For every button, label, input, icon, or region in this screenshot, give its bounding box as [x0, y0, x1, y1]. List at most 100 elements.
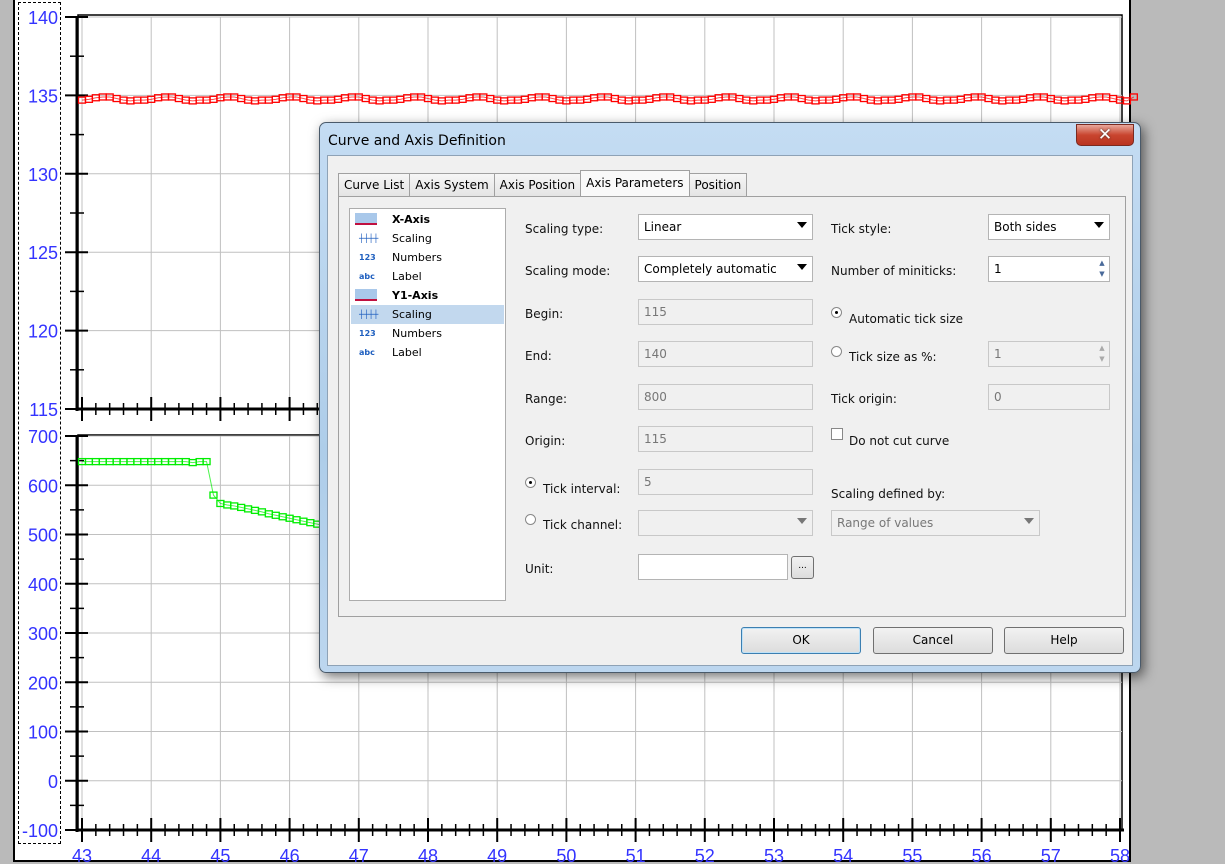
tick-style-label: Tick style: [831, 222, 892, 236]
tree-item[interactable]: 123 Numbers [351, 248, 504, 267]
x-tick-label: 50 [556, 846, 576, 864]
tree-item[interactable]: Y1-Axis [351, 286, 504, 305]
unit-label: Unit: [525, 562, 554, 576]
automatic-tick-size-radio[interactable] [831, 307, 842, 318]
end-field[interactable]: 140 [638, 341, 813, 367]
tab-bar: Curve List Axis System Axis Position Axi… [338, 170, 748, 196]
x-tick-label: 48 [418, 846, 438, 864]
numbers-icon: 123 [359, 329, 376, 338]
y-tick-label: 500 [28, 526, 58, 546]
begin-label: Begin: [525, 307, 564, 321]
x-tick-label: 44 [141, 846, 161, 864]
x-tick-label: 45 [210, 846, 230, 864]
x-tick-label: 56 [972, 846, 992, 864]
tick-channel-label: Tick channel: [543, 518, 623, 532]
tick-channel-select[interactable] [638, 510, 813, 536]
help-button[interactable]: Help [1004, 627, 1124, 654]
unit-field[interactable] [638, 554, 788, 580]
tree-item[interactable]: abc Label [351, 343, 504, 362]
tab-axis-position[interactable]: Axis Position [493, 173, 582, 196]
y-tick-label: 100 [28, 723, 58, 743]
tab-curve-list[interactable]: Curve List [338, 173, 411, 196]
spinner-arrows-icon[interactable]: ▲ ▼ [1096, 258, 1108, 280]
ok-button[interactable]: OK [741, 627, 861, 654]
tick-size-pct-radio[interactable] [831, 346, 842, 357]
scaling-defined-by-select[interactable]: Range of values [831, 510, 1040, 536]
tick-style-value: Both sides [994, 220, 1057, 234]
scaling-mode-value: Completely automatic [644, 262, 777, 276]
tree-item[interactable]: ┼┼┼┼ Scaling [351, 229, 504, 248]
scaling-defined-by-label: Scaling defined by: [831, 487, 946, 501]
scaling-icon: ┼┼┼┼ [359, 310, 379, 319]
y-tick-label: 700 [28, 427, 58, 447]
x-tick-label: 46 [280, 846, 300, 864]
tick-size-pct-spinner[interactable]: 1 ▲ ▼ [988, 341, 1110, 367]
chevron-down-icon [797, 222, 807, 228]
scaling-icon: ┼┼┼┼ [359, 234, 379, 243]
tree-item-label: Numbers [392, 251, 442, 264]
y-tick-label: 300 [28, 624, 58, 644]
axis-icon [355, 289, 377, 301]
x-tick-label: 55 [902, 846, 922, 864]
axis-icon [355, 213, 377, 225]
tree-item[interactable]: abc Label [351, 267, 504, 286]
unit-browse-button[interactable]: ... [791, 556, 814, 579]
range-field[interactable]: 800 [638, 384, 813, 410]
tick-origin-field[interactable]: 0 [988, 384, 1110, 410]
y-tick-label: 200 [28, 673, 58, 693]
tree-item[interactable]: X-Axis [351, 210, 504, 229]
scaling-type-select[interactable]: Linear [638, 214, 813, 240]
chevron-down-icon [1094, 222, 1104, 228]
tree-item[interactable]: ┼┼┼┼ Scaling [351, 305, 504, 324]
miniticks-value: 1 [994, 262, 1002, 276]
y-tick-label: 120 [28, 322, 58, 342]
y-tick-label: 140 [28, 8, 58, 28]
y-tick-label: 115 [29, 400, 58, 420]
scaling-mode-select[interactable]: Completely automatic [638, 256, 813, 282]
tab-axis-parameters[interactable]: Axis Parameters [580, 170, 690, 196]
do-not-cut-curve-label: Do not cut curve [849, 434, 950, 448]
y-tick-label: 130 [28, 165, 58, 185]
origin-label: Origin: [525, 434, 566, 448]
scaling-defined-by-value: Range of values [837, 516, 934, 530]
tick-size-pct-label: Tick size as %: [849, 350, 937, 364]
tree-item-label: Scaling [392, 308, 432, 321]
tick-size-pct-value: 1 [994, 347, 1002, 361]
label-icon: abc [359, 348, 375, 357]
miniticks-spinner[interactable]: 1 ▲ ▼ [988, 256, 1110, 282]
cancel-button[interactable]: Cancel [873, 627, 993, 654]
y-tick-label: 600 [28, 476, 58, 496]
tab-axis-system[interactable]: Axis System [409, 173, 495, 196]
scaling-type-value: Linear [644, 220, 682, 234]
x-tick-label: 57 [1041, 846, 1061, 864]
origin-field[interactable]: 115 [638, 426, 813, 452]
scaling-type-label: Scaling type: [525, 222, 604, 236]
dialog-title: Curve and Axis Definition [328, 133, 506, 149]
tree-item[interactable]: 123 Numbers [351, 324, 504, 343]
tick-interval-label: Tick interval: [543, 482, 621, 496]
x-tick-label: 53 [764, 846, 784, 864]
automatic-tick-size-label: Automatic tick size [849, 312, 964, 326]
curve-axis-dialog: Curve and Axis Definition ✕ Curve List A… [319, 122, 1141, 673]
tick-interval-radio[interactable] [525, 477, 536, 488]
chevron-down-icon [797, 518, 807, 524]
y-tick-label: 0 [48, 772, 58, 792]
close-button[interactable]: ✕ [1076, 124, 1134, 146]
tab-position[interactable]: Position [688, 173, 748, 196]
scaling-mode-label: Scaling mode: [525, 264, 611, 278]
tick-channel-radio[interactable] [525, 514, 536, 525]
tick-origin-label: Tick origin: [831, 392, 897, 406]
x-tick-label: 54 [833, 846, 853, 864]
y-tick-label: 125 [28, 243, 58, 263]
spinner-arrows-icon[interactable]: ▲ ▼ [1096, 343, 1108, 365]
x-tick-label: 43 [72, 846, 92, 864]
do-not-cut-curve-checkbox[interactable] [831, 428, 843, 440]
y-tick-label: 400 [28, 575, 58, 595]
range-label: Range: [525, 392, 568, 406]
begin-field[interactable]: 115 [638, 299, 813, 325]
y-tick-label: -100 [22, 821, 58, 841]
x-tick-label: 58 [1110, 846, 1130, 864]
tick-interval-field[interactable]: 5 [638, 469, 813, 495]
tree-item-label: Numbers [392, 327, 442, 340]
tick-style-select[interactable]: Both sides [988, 214, 1110, 240]
